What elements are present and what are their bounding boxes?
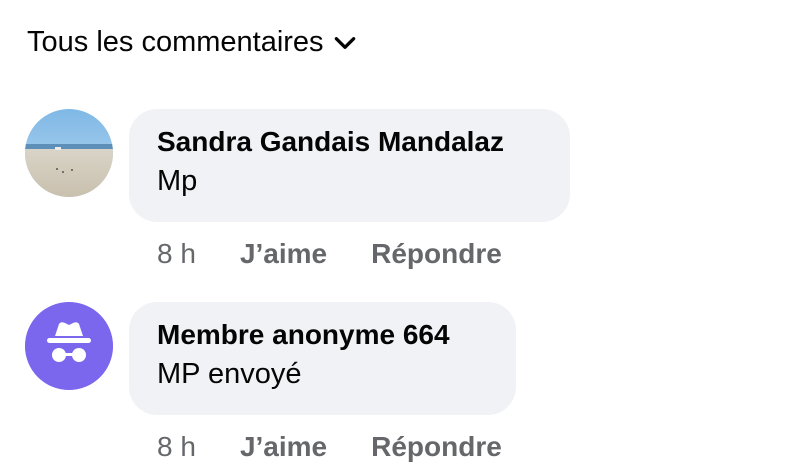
comment-author[interactable]: Sandra Gandais Mandalaz <box>157 125 542 159</box>
comment-bubble: Sandra Gandais Mandalaz Mp <box>129 109 570 222</box>
comment-actions: 8 h J’aime Répondre <box>157 431 502 463</box>
reply-button[interactable]: Répondre <box>371 431 502 463</box>
beach-photo-avatar <box>25 109 113 197</box>
avatar[interactable] <box>25 109 113 197</box>
chevron-down-icon <box>334 36 355 49</box>
comment-time[interactable]: 8 h <box>157 238 196 270</box>
like-button[interactable]: J’aime <box>240 238 327 270</box>
comment-text: Mp <box>157 165 198 197</box>
comments-section: Tous les commentaires Sandra Gandais Man… <box>0 0 800 470</box>
comment-text: MP envoyé <box>157 358 302 390</box>
avatar[interactable] <box>25 302 113 390</box>
reply-button[interactable]: Répondre <box>371 238 502 270</box>
comment-actions: 8 h J’aime Répondre <box>157 238 502 270</box>
comment-author[interactable]: Membre anonyme 664 <box>157 318 488 352</box>
comments-filter-label: Tous les commentaires <box>27 26 324 58</box>
comment-bubble: Membre anonyme 664 MP envoyé <box>129 302 516 415</box>
like-button[interactable]: J’aime <box>240 431 327 463</box>
comment-time[interactable]: 8 h <box>157 431 196 463</box>
anonymous-incognito-icon <box>25 302 113 390</box>
comments-filter-dropdown[interactable]: Tous les commentaires <box>27 26 358 59</box>
